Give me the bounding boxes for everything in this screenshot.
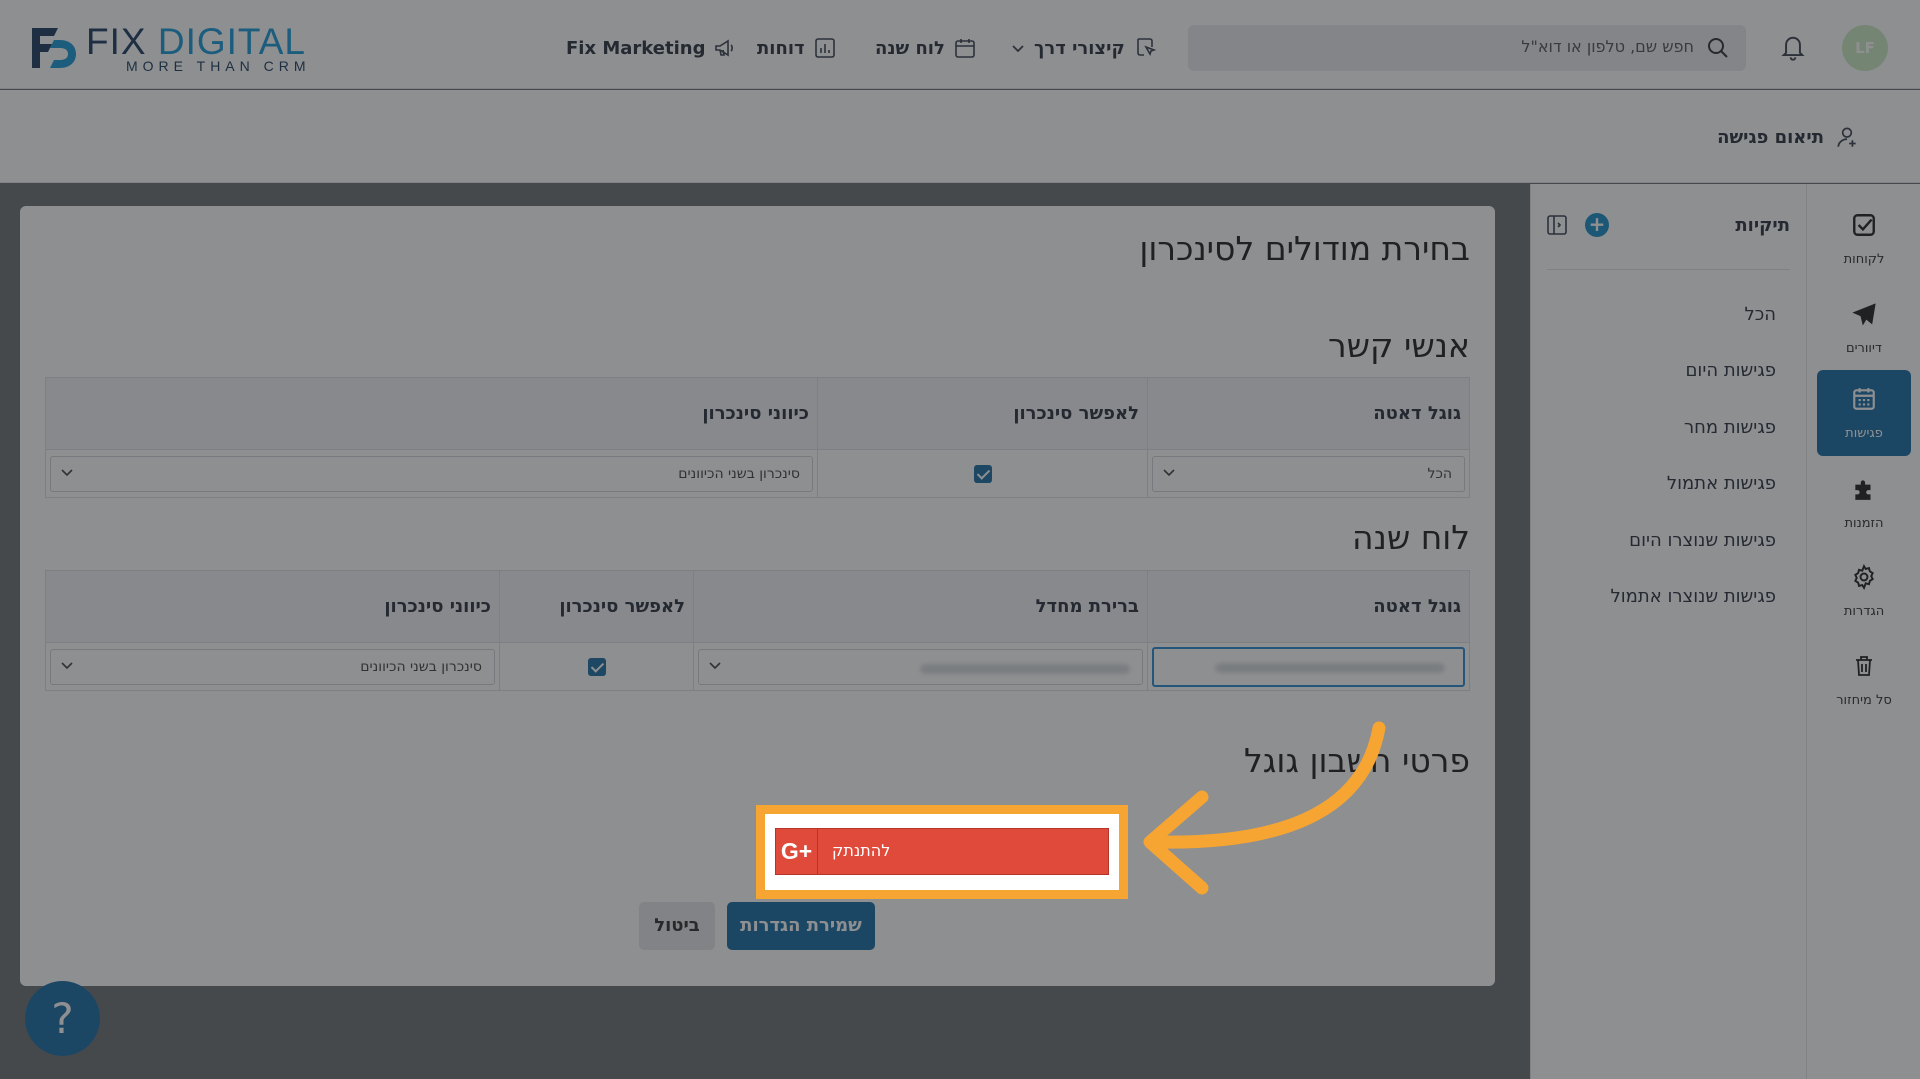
calendar-sync-table: גוגל דאטה ברירת מחדל לאפשר סינכרון כיוונ…	[45, 570, 1470, 691]
nav-reports[interactable]: דוחות	[757, 30, 837, 66]
sub-header: תיאום פגישה	[0, 90, 1920, 183]
puzzle-icon	[1855, 480, 1871, 500]
gear-icon	[1854, 564, 1874, 590]
pointer-icon	[1136, 38, 1157, 56]
logo-mark-icon	[32, 28, 76, 68]
column-header: לאפשר סינכרון	[499, 570, 694, 643]
send-icon	[1852, 303, 1876, 326]
rail-item-label: סל מיחזור	[1836, 693, 1892, 708]
column-header: ברירת מחדל	[693, 570, 1148, 643]
calendar-sync-direction-select[interactable]: סינכרון בשני הכיוונים	[50, 648, 495, 685]
megaphone-icon	[715, 39, 734, 57]
calendar-grid-icon	[1853, 388, 1875, 410]
folder-item-yesterday[interactable]: פגישות אתמול	[1667, 473, 1776, 494]
folder-item-all[interactable]: הכל	[1744, 304, 1776, 325]
chevron-down-icon	[61, 468, 73, 476]
schedule-meeting-button[interactable]: תיאום פגישה	[1717, 124, 1860, 150]
folder-item-tomorrow[interactable]: פגישות מחר	[1684, 417, 1776, 438]
select-value: הכל	[1427, 465, 1452, 482]
chevron-down-icon	[61, 661, 73, 669]
rail-item-label: פגישות	[1845, 426, 1883, 441]
chevron-down-icon	[1163, 468, 1175, 476]
blurred-value	[1215, 662, 1445, 673]
schedule-meeting-label: תיאום פגישה	[1717, 126, 1824, 148]
blurred-value	[920, 663, 1130, 674]
rail-item-trash[interactable]: סל מיחזור	[1817, 637, 1911, 723]
icon-rail: לקוחות דיוורים פגישות הזמנות הגדרות סל מ…	[1806, 184, 1920, 1079]
nav-fix-marketing-label: Fix Marketing	[566, 37, 706, 59]
nav-fix-marketing[interactable]: Fix Marketing	[566, 30, 737, 66]
contacts-sync-table: גוגל דאטה לאפשר סינכרון כיווני סינכרון ה…	[45, 377, 1470, 498]
column-header: כיווני סינכרון	[45, 377, 818, 450]
checkbox-icon	[1853, 214, 1875, 236]
google-disconnect-label: להתנתק	[832, 841, 891, 860]
google-disconnect-button[interactable]: G+ להתנתק	[775, 828, 1109, 875]
bell-icon[interactable]	[1779, 32, 1807, 62]
calendar-default-select[interactable]	[698, 648, 1143, 685]
divider	[1547, 269, 1790, 270]
nav-reports-label: דוחות	[757, 37, 805, 59]
save-settings-button[interactable]: שמירת הגדרות	[727, 902, 875, 950]
column-header: גוגל דאטה	[1147, 570, 1470, 643]
column-header: לאפשר סינכרון	[817, 377, 1148, 450]
search-bar[interactable]: חפש שם, טלפון או דוא"ל	[1188, 25, 1746, 71]
column-header: כיווני סינכרון	[45, 570, 500, 643]
cancel-button[interactable]: ביטול	[639, 902, 715, 950]
logo-wordmark: FIX DIGITAL	[86, 22, 306, 62]
bar-chart-icon	[814, 38, 835, 58]
nav-calendar[interactable]: לוח שנה	[875, 30, 977, 66]
top-header: FIX DIGITAL MORE THAN CRM Fix Marketing …	[0, 0, 1920, 89]
rail-item-label: הזמנות	[1844, 516, 1884, 531]
select-value: סינכרון בשני הכיוונים	[678, 465, 800, 482]
fix-digital-logo[interactable]: FIX DIGITAL MORE THAN CRM	[28, 22, 348, 74]
avatar[interactable]: LF	[1842, 25, 1888, 71]
trash-icon	[1856, 656, 1872, 676]
rail-item-settings[interactable]: הגדרות	[1817, 548, 1911, 634]
rail-item-customers[interactable]: לקוחות	[1817, 196, 1911, 282]
nav-shortcuts[interactable]: קיצורי דרך	[1010, 30, 1157, 66]
google-account-section-title: פרטי חשבון גוגל	[1244, 741, 1470, 780]
rail-item-orders[interactable]: הזמנות	[1817, 460, 1911, 546]
folder-item-today[interactable]: פגישות היום	[1685, 360, 1776, 381]
contacts-enable-sync-checkbox[interactable]	[973, 464, 992, 483]
contacts-google-data-select[interactable]: הכל	[1152, 455, 1465, 492]
nav-calendar-label: לוח שנה	[875, 37, 945, 59]
contacts-sync-direction-select[interactable]: סינכרון בשני הכיוונים	[50, 455, 813, 492]
select-value: סינכרון בשני הכיוונים	[360, 658, 482, 675]
calendar-enable-sync-checkbox[interactable]	[587, 657, 606, 676]
nav-shortcuts-label: קיצורי דרך	[1034, 37, 1125, 59]
search-icon	[1708, 38, 1728, 58]
panel-toggle-icon[interactable]	[1545, 213, 1569, 237]
chevron-down-icon	[709, 661, 721, 669]
calendar-icon	[955, 39, 975, 58]
folders-title: תיקיות	[1735, 215, 1790, 236]
page-title: בחירת מודולים לסינכרון	[1139, 229, 1470, 268]
logo-word-fix: FIX	[86, 21, 147, 62]
calendar-google-data-input[interactable]	[1152, 646, 1465, 687]
rail-item-mailings[interactable]: דיוורים	[1817, 285, 1911, 371]
folder-item-created-yesterday[interactable]: פגישות שנוצרו אתמול	[1611, 586, 1776, 607]
add-user-icon	[1837, 127, 1856, 147]
search-placeholder: חפש שם, טלפון או דוא"ל	[1521, 37, 1694, 56]
calendar-section-title: לוח שנה	[1352, 518, 1470, 557]
contacts-section-title: אנשי קשר	[1328, 326, 1470, 365]
logo-word-digital: DIGITAL	[157, 21, 307, 62]
help-button[interactable]: ?	[25, 981, 100, 1056]
folders-panel: תיקיות + הכל פגישות היום פגישות מחר פגיש…	[1530, 184, 1806, 1079]
highlight-frame: G+ להתנתק	[756, 805, 1128, 899]
rail-item-label: הגדרות	[1843, 604, 1885, 619]
add-folder-button[interactable]: +	[1585, 213, 1609, 237]
rail-item-meetings[interactable]: פגישות	[1817, 370, 1911, 456]
column-header: גוגל דאטה	[1147, 377, 1470, 450]
rail-item-label: לקוחות	[1843, 252, 1885, 267]
folder-item-created-today[interactable]: פגישות שנוצרו היום	[1629, 530, 1776, 551]
google-plus-icon: G+	[776, 829, 818, 874]
chevron-down-icon	[1012, 45, 1024, 53]
logo-tagline: MORE THAN CRM	[126, 58, 311, 74]
rail-item-label: דיוורים	[1846, 341, 1882, 356]
